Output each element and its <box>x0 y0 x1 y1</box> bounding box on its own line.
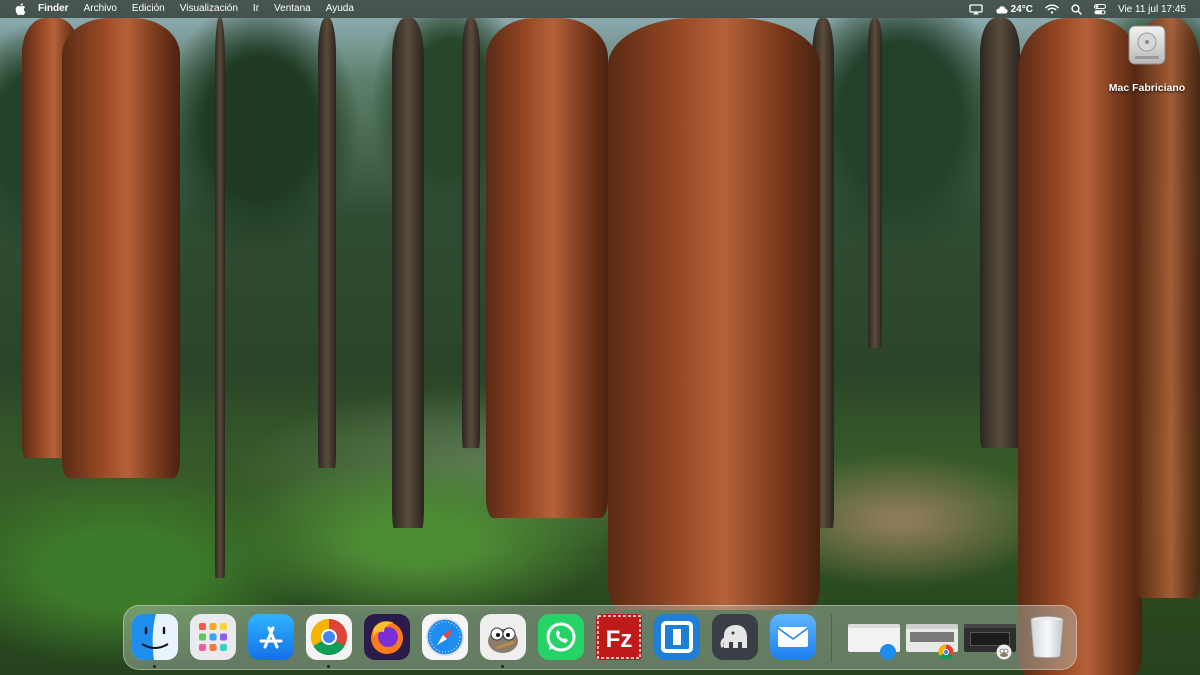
apple-logo-icon[interactable] <box>14 2 26 16</box>
menu-archivo[interactable]: Archivo <box>84 0 117 18</box>
redwood-trunk <box>1136 18 1200 598</box>
gimp-icon <box>488 627 518 653</box>
filezilla-icon: Fz <box>597 615 641 659</box>
cloud-icon <box>996 5 1008 14</box>
finder-badge-icon <box>880 644 896 660</box>
svg-text:Fz: Fz <box>606 626 633 653</box>
dock-app-tableplus[interactable] <box>712 614 758 660</box>
menu-clock[interactable]: Vie 11 jul 17:45 <box>1118 4 1186 15</box>
tree-trunk <box>318 18 336 468</box>
app-store-icon <box>259 626 283 649</box>
redwood-trunk <box>62 18 180 478</box>
dock-separator <box>831 614 832 662</box>
dock-app-safari[interactable] <box>422 614 468 660</box>
desktop-wallpaper <box>0 0 1200 675</box>
dock-app-launchpad[interactable] <box>190 614 236 660</box>
weather-widget[interactable]: 24°C <box>995 4 1033 15</box>
menu-app-name[interactable]: Finder <box>38 0 69 18</box>
elephant-icon <box>720 625 747 648</box>
menu-bar: Finder Archivo Edición Visualización Ir … <box>0 0 1200 18</box>
dock-app-gimp[interactable] <box>480 614 526 660</box>
redwood-trunk <box>1018 18 1142 675</box>
launchpad-icon <box>199 623 227 651</box>
tree-trunk <box>215 18 225 578</box>
dock-trash[interactable] <box>1024 612 1070 662</box>
tree-trunk <box>868 18 882 348</box>
dock-app-whatsapp[interactable] <box>538 614 584 660</box>
dock-app-mail[interactable] <box>770 614 816 660</box>
hard-drive-icon <box>1128 25 1166 65</box>
dock: Fz <box>123 605 1077 670</box>
drive-label: Mac Fabriciano <box>1108 82 1186 94</box>
wifi-icon[interactable] <box>1045 4 1059 14</box>
firefox-icon <box>371 621 403 654</box>
screen-mirroring-icon[interactable] <box>968 3 983 15</box>
desktop-drive[interactable]: Mac Fabriciano <box>1102 24 1192 94</box>
running-indicator <box>501 665 504 668</box>
menu-ir[interactable]: Ir <box>253 0 259 18</box>
chrome-icon <box>310 619 347 656</box>
control-center-icon[interactable] <box>1093 3 1106 15</box>
menu-ayuda[interactable]: Ayuda <box>326 0 354 18</box>
running-indicator <box>327 665 330 668</box>
trash-icon <box>1030 616 1064 658</box>
chrome-badge-icon <box>938 644 954 660</box>
finder-icon <box>132 614 178 660</box>
menu-ventana[interactable]: Ventana <box>274 0 311 18</box>
safari-icon <box>426 618 464 656</box>
tree-trunk <box>462 18 480 448</box>
menu-visualizacion[interactable]: Visualización <box>180 0 238 18</box>
dock-app-finder[interactable] <box>132 614 178 660</box>
dock-app-chrome[interactable] <box>306 614 352 660</box>
whatsapp-icon <box>546 622 576 652</box>
redwood-trunk <box>608 18 820 610</box>
tree-trunk <box>980 18 1020 448</box>
dock-app-filezilla[interactable]: Fz <box>596 614 642 660</box>
running-indicator <box>153 665 156 668</box>
menu-edicion[interactable]: Edición <box>132 0 165 18</box>
dock-app-remote-desktop[interactable] <box>654 614 700 660</box>
search-icon[interactable] <box>1071 3 1082 15</box>
redwood-trunk <box>486 18 608 518</box>
mail-icon <box>777 627 809 647</box>
tree-trunk <box>392 18 424 528</box>
dock-app-app-store[interactable] <box>248 614 294 660</box>
dock-app-firefox[interactable] <box>364 614 410 660</box>
weather-temp: 24°C <box>1010 3 1033 15</box>
remote-desktop-icon <box>661 621 693 653</box>
gimp-badge-icon <box>996 644 1012 660</box>
